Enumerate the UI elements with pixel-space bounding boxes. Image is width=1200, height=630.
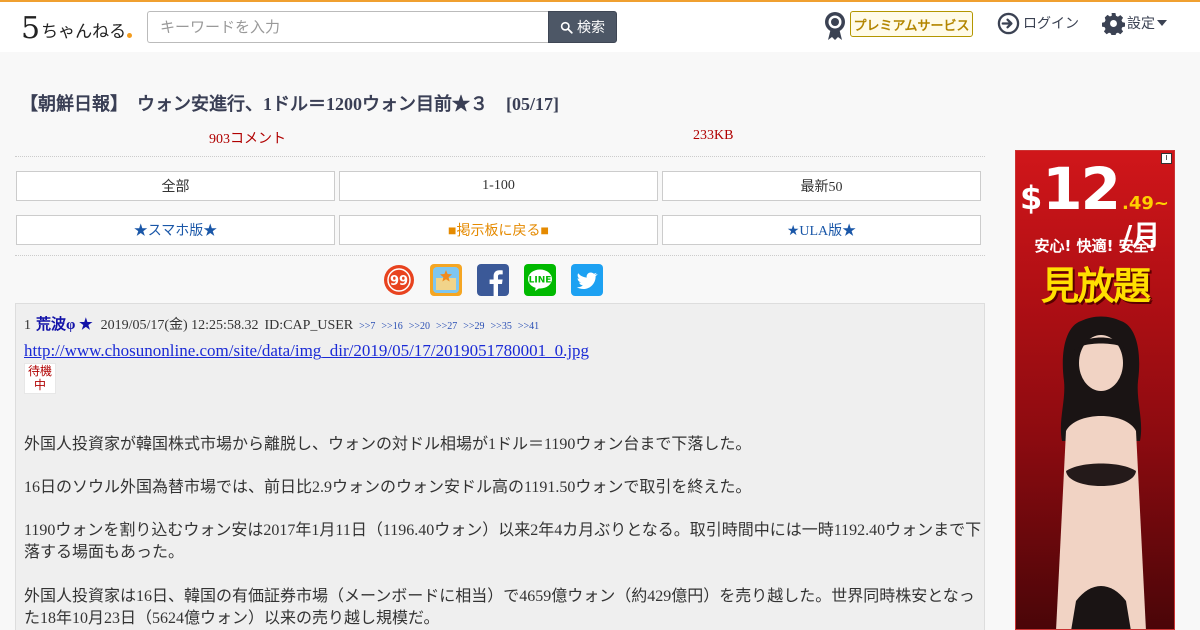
- post: 1 荒波φ ★ 2019/05/17(金) 12:25:58.32 ID:CAP…: [15, 303, 985, 630]
- ad-headline: 見放題: [1040, 264, 1151, 308]
- logo-dot: [127, 33, 133, 38]
- login-label: ログイン: [1023, 16, 1079, 32]
- share-buttons: 99 LINE: [15, 264, 985, 300]
- login-icon: [997, 12, 1020, 34]
- advertisement-banner[interactable]: i $ 12 .49~ /月 安心! 快適! 安全! 見放題: [1015, 150, 1175, 630]
- settings-menu[interactable]: 設定: [1102, 10, 1167, 36]
- settings-label: 設定: [1127, 16, 1155, 32]
- reply-link[interactable]: >>16: [381, 321, 402, 332]
- svg-text:99: 99: [390, 274, 408, 289]
- ad-price-cents: .49~: [1121, 193, 1169, 214]
- post-paragraph: 外国人投資家が韓国株式市場から離脱し、ウォンの対ドル相場が1ドル＝1190ウォン…: [24, 436, 752, 453]
- line-icon[interactable]: LINE: [524, 264, 556, 296]
- reply-link[interactable]: >>35: [491, 321, 512, 332]
- logo-text: ちゃんねる: [41, 22, 127, 42]
- reply-link[interactable]: >>27: [436, 321, 457, 332]
- divider: [15, 255, 985, 256]
- thread-main: 【朝鮮日報】 ウォン安進行、1ドル＝1200ウォン目前★３ [05/17] 90…: [15, 52, 985, 630]
- post-date: 2019/05/17(金) 12:25:58.32: [100, 318, 259, 333]
- svg-text:LINE: LINE: [529, 276, 552, 286]
- facebook-icon[interactable]: [477, 264, 509, 296]
- thread-size: 233KB: [693, 128, 734, 143]
- post-header: 1 荒波φ ★ 2019/05/17(金) 12:25:58.32 ID:CAP…: [24, 313, 539, 334]
- comment-count: 903コメント: [209, 132, 286, 147]
- site-logo[interactable]: 5 ちゃんねる: [21, 10, 133, 46]
- gear-icon: [1102, 12, 1125, 35]
- nav-1-100-button[interactable]: 1-100: [339, 171, 658, 201]
- reply-link[interactable]: >>29: [463, 321, 484, 332]
- nav-ula-button[interactable]: ★ULA版★: [662, 215, 981, 245]
- reply-link[interactable]: >>7: [359, 321, 375, 332]
- wait-badge: 待機中: [24, 363, 56, 394]
- ad-price-whole: 12: [1042, 155, 1121, 223]
- search-button[interactable]: 検索: [548, 11, 617, 43]
- login-link[interactable]: ログイン: [997, 10, 1079, 36]
- post-image-link[interactable]: http://www.chosunonline.com/site/data/im…: [24, 341, 589, 361]
- search-button-label: 検索: [577, 20, 605, 36]
- reply-link[interactable]: >>41: [518, 321, 539, 332]
- post-paragraph: 16日のソウル外国為替市場では、前日比2.9ウォンのウォン安ドル高の1191.5…: [24, 479, 752, 496]
- divider: [15, 156, 985, 157]
- post-paragraph: 外国人投資家は16日、韓国の有価証券市場（メーンボードに相当）で4659億ウォン…: [24, 588, 975, 627]
- logo-number: 5: [21, 11, 41, 46]
- search-icon: [560, 21, 573, 34]
- twitter-icon[interactable]: [571, 264, 603, 296]
- reply-link[interactable]: >>20: [409, 321, 430, 332]
- post-number: 1: [24, 318, 31, 333]
- premium-service-button[interactable]: プレミアムサービス: [850, 11, 973, 37]
- nav-all-button[interactable]: 全部: [16, 171, 335, 201]
- site-header: 5 ちゃんねる 検索 プレミアムサービス ログイン 設定: [0, 2, 1200, 52]
- search-input[interactable]: [147, 11, 549, 43]
- 99-icon[interactable]: 99: [383, 264, 415, 296]
- ad-currency: $: [1020, 179, 1043, 217]
- chevron-down-icon: [1157, 20, 1167, 26]
- nav-latest50-button[interactable]: 最新50: [662, 171, 981, 201]
- nav-smartphone-button[interactable]: ★スマホ版★: [16, 215, 335, 245]
- post-id: ID:CAP_USER: [264, 318, 354, 333]
- post-author-name[interactable]: 荒波φ ★: [36, 313, 93, 334]
- nav-back-to-board-button[interactable]: ■掲示板に戻る■: [339, 215, 658, 245]
- post-paragraph: 1190ウォンを割り込むウォン安は2017年1月11日（1196.40ウォン）以…: [24, 522, 982, 561]
- premium-badge-icon[interactable]: [823, 11, 847, 41]
- ad-figure-illustration: [1056, 316, 1146, 629]
- hatena-icon[interactable]: [430, 264, 462, 296]
- ad-tagline: 安心! 快適! 安全!: [1034, 237, 1156, 255]
- thread-title: 【朝鮮日報】 ウォン安進行、1ドル＝1200ウォン目前★３ [05/17]: [20, 94, 559, 114]
